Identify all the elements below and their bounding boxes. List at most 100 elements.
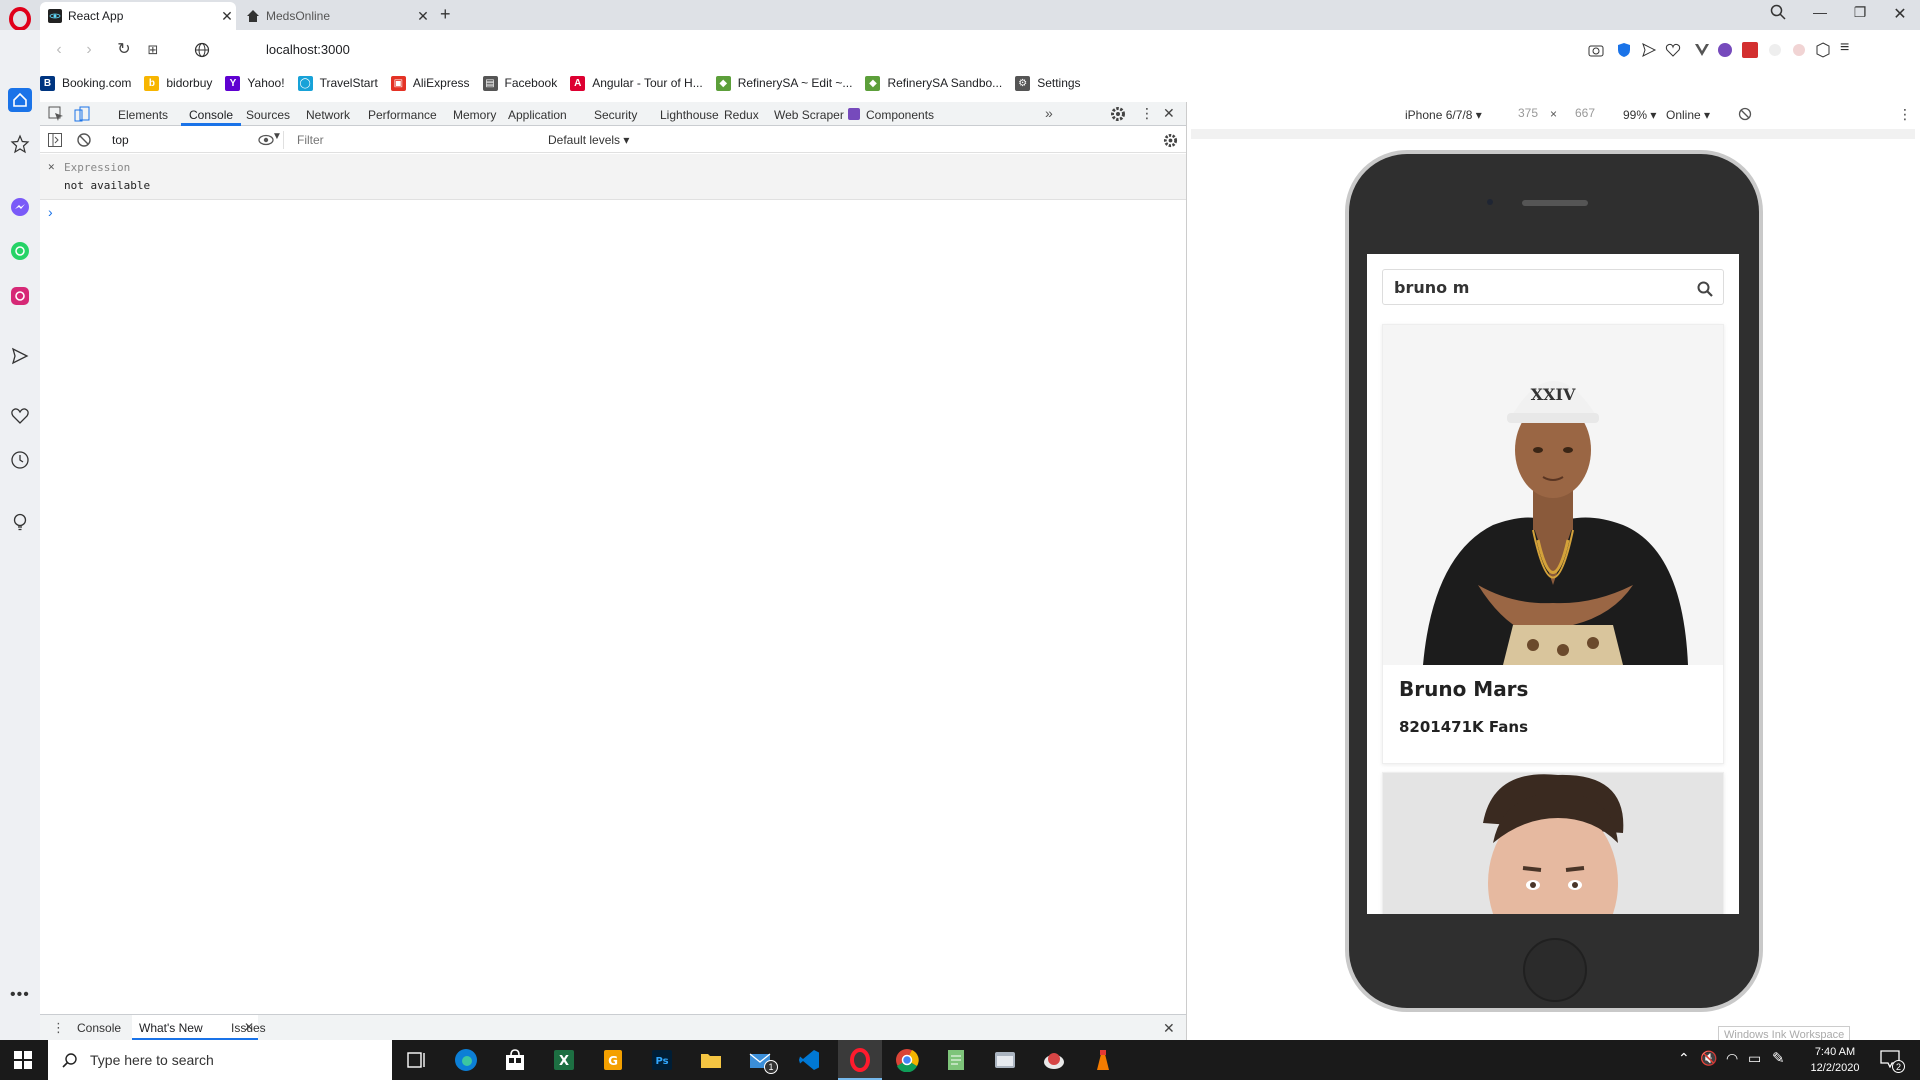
volume-muted-icon[interactable]: 🔇 bbox=[1700, 1050, 1717, 1067]
lightbulb-icon[interactable] bbox=[10, 512, 30, 532]
web-scraper-icon[interactable] bbox=[1742, 42, 1758, 58]
remove-expression-icon[interactable]: ✕ bbox=[48, 160, 55, 173]
back-icon[interactable]: ‹ bbox=[48, 39, 70, 61]
vscode-icon[interactable] bbox=[797, 1048, 821, 1072]
devtools-tab-sources[interactable]: Sources bbox=[246, 108, 290, 122]
device-model-select[interactable]: iPhone 6/7/8 ▾ bbox=[1405, 108, 1482, 122]
store-icon[interactable] bbox=[503, 1048, 527, 1072]
close-devtools-icon[interactable]: ✕ bbox=[1163, 105, 1175, 122]
app-tool-icon[interactable] bbox=[1091, 1048, 1115, 1072]
forward-icon[interactable]: › bbox=[78, 39, 100, 61]
console-settings-gear-icon[interactable] bbox=[1163, 133, 1178, 148]
file-explorer-icon[interactable] bbox=[699, 1048, 723, 1072]
bookmark-item[interactable]: A Angular - Tour of H... bbox=[570, 75, 703, 91]
heart-icon[interactable] bbox=[10, 406, 30, 426]
globe-icon[interactable] bbox=[194, 42, 210, 58]
bookmark-item[interactable]: ◆ RefinerySA Sandbo... bbox=[865, 75, 1002, 91]
speed-dial-icon[interactable]: ⊞ bbox=[142, 39, 164, 61]
log-levels-dropdown[interactable]: Default levels ▾ bbox=[548, 133, 629, 147]
zoom-select[interactable]: 99% ▾ bbox=[1623, 108, 1656, 122]
google-slides-icon[interactable]: G bbox=[601, 1048, 625, 1072]
tab-close-icon[interactable]: ✕ bbox=[414, 8, 432, 25]
devtools-tab-memory[interactable]: Memory bbox=[453, 108, 496, 122]
kebab-menu-icon[interactable]: ⋮ bbox=[1140, 105, 1154, 122]
devtools-tab-components[interactable]: Components bbox=[850, 108, 934, 122]
artist-card[interactable] bbox=[1382, 772, 1724, 914]
expression-label[interactable]: Expression bbox=[64, 161, 130, 174]
bookmark-item[interactable]: ▤ Facebook bbox=[482, 75, 557, 91]
console-prompt[interactable]: › bbox=[48, 204, 53, 220]
device-toolbar-icon[interactable] bbox=[74, 106, 90, 122]
live-expression-eye-icon[interactable] bbox=[258, 134, 274, 146]
send-flow-icon[interactable] bbox=[10, 346, 30, 366]
devtools-tab-network[interactable]: Network bbox=[306, 108, 350, 122]
home-icon[interactable] bbox=[8, 88, 32, 112]
heart-icon[interactable] bbox=[1665, 42, 1681, 58]
bookmark-item[interactable]: ▣ AliExpress bbox=[390, 75, 470, 91]
reload-icon[interactable]: ↻ bbox=[113, 39, 135, 61]
battery-icon[interactable]: ▭ bbox=[1748, 1050, 1761, 1067]
devtools-tab-console[interactable]: Console bbox=[189, 108, 233, 122]
url-field[interactable]: localhost:3000 bbox=[266, 42, 350, 57]
inspect-element-icon[interactable] bbox=[48, 106, 64, 122]
chrome-icon[interactable] bbox=[895, 1048, 919, 1072]
flow-send-icon[interactable] bbox=[1641, 42, 1657, 58]
windows-ink-icon[interactable]: ✎ bbox=[1772, 1049, 1785, 1067]
more-tabs-icon[interactable]: » bbox=[1045, 105, 1053, 121]
restore-button[interactable]: ❐ bbox=[1846, 4, 1874, 26]
faded-extension-icon[interactable] bbox=[1791, 42, 1807, 58]
taskbar-clock[interactable]: 7:40 AM 12/2/2020 bbox=[1800, 1044, 1870, 1076]
search-icon[interactable] bbox=[1697, 281, 1713, 297]
drawer-tab-issues[interactable]: Issues bbox=[231, 1021, 266, 1035]
instagram-icon[interactable] bbox=[10, 286, 30, 306]
easy-setup-menu-icon[interactable]: ≡ bbox=[1840, 39, 1849, 57]
network-throttle-select[interactable]: Online ▾ bbox=[1666, 108, 1710, 122]
app-window-icon[interactable] bbox=[993, 1048, 1017, 1072]
bookmark-item[interactable]: Y Yahoo! bbox=[225, 75, 285, 91]
star-icon[interactable] bbox=[10, 134, 30, 154]
taskbar-search-box[interactable]: Type here to search bbox=[48, 1040, 392, 1080]
console-filter-input[interactable] bbox=[293, 131, 538, 149]
devtools-tab-performance[interactable]: Performance bbox=[368, 108, 437, 122]
tab-close-icon[interactable]: ✕ bbox=[218, 8, 236, 25]
history-clock-icon[interactable] bbox=[10, 450, 30, 470]
mail-app[interactable]: 1 bbox=[744, 1046, 780, 1076]
redux-extension-icon[interactable] bbox=[1717, 42, 1733, 58]
app-cloud-icon[interactable] bbox=[1042, 1048, 1066, 1072]
windows-start-icon[interactable] bbox=[14, 1051, 32, 1069]
drawer-menu-icon[interactable]: ⋮ bbox=[52, 1020, 65, 1036]
artist-search-box[interactable]: bruno m bbox=[1382, 269, 1724, 305]
photoshop-icon[interactable]: Ps bbox=[650, 1048, 674, 1072]
device-height-input[interactable]: 667 bbox=[1565, 106, 1605, 122]
bookmark-item[interactable]: B Booking.com bbox=[40, 75, 131, 91]
rotate-device-icon[interactable] bbox=[1738, 107, 1752, 121]
devtools-tab-lighthouse[interactable]: Lighthouse bbox=[660, 108, 719, 122]
devtools-tab-web-scraper[interactable]: Web Scraper bbox=[774, 108, 844, 122]
extensions-cube-icon[interactable] bbox=[1815, 42, 1831, 58]
devtools-tab-redux[interactable]: Redux bbox=[724, 108, 759, 122]
minimize-button[interactable]: — bbox=[1806, 4, 1834, 26]
device-more-options-icon[interactable]: ⋮ bbox=[1898, 106, 1912, 123]
wifi-icon[interactable]: ◠ bbox=[1726, 1050, 1738, 1067]
opera-taskbar-app[interactable] bbox=[838, 1040, 882, 1080]
settings-gear-icon[interactable] bbox=[1110, 106, 1126, 122]
artist-card[interactable]: XXIV Bruno Mars 8201471K Fans bbox=[1382, 324, 1724, 764]
context-selector[interactable]: top ▼ bbox=[104, 131, 284, 149]
task-view-icon[interactable] bbox=[405, 1048, 429, 1072]
camera-icon[interactable] bbox=[1588, 42, 1604, 58]
sidebar-more-icon[interactable]: ••• bbox=[10, 986, 30, 1004]
clear-console-icon[interactable] bbox=[77, 133, 91, 147]
new-tab-button[interactable]: + bbox=[440, 4, 451, 25]
excel-icon[interactable]: X bbox=[552, 1048, 576, 1072]
bookmark-item[interactable]: b bidorbuy bbox=[144, 75, 212, 91]
messenger-icon[interactable] bbox=[10, 197, 30, 217]
search-tabs-icon[interactable] bbox=[1764, 4, 1792, 26]
show-hidden-icons-chevron[interactable]: ⌃ bbox=[1678, 1050, 1690, 1067]
faded-extension-icon[interactable] bbox=[1767, 42, 1783, 58]
search-input[interactable]: bruno m bbox=[1394, 278, 1469, 297]
bookmark-item[interactable]: ⚙ Settings bbox=[1015, 75, 1081, 91]
device-width-input[interactable]: 375 bbox=[1508, 106, 1548, 122]
whatsapp-icon[interactable] bbox=[10, 241, 30, 261]
close-window-button[interactable]: ✕ bbox=[1886, 4, 1914, 26]
devtools-tab-elements[interactable]: Elements bbox=[118, 108, 168, 122]
